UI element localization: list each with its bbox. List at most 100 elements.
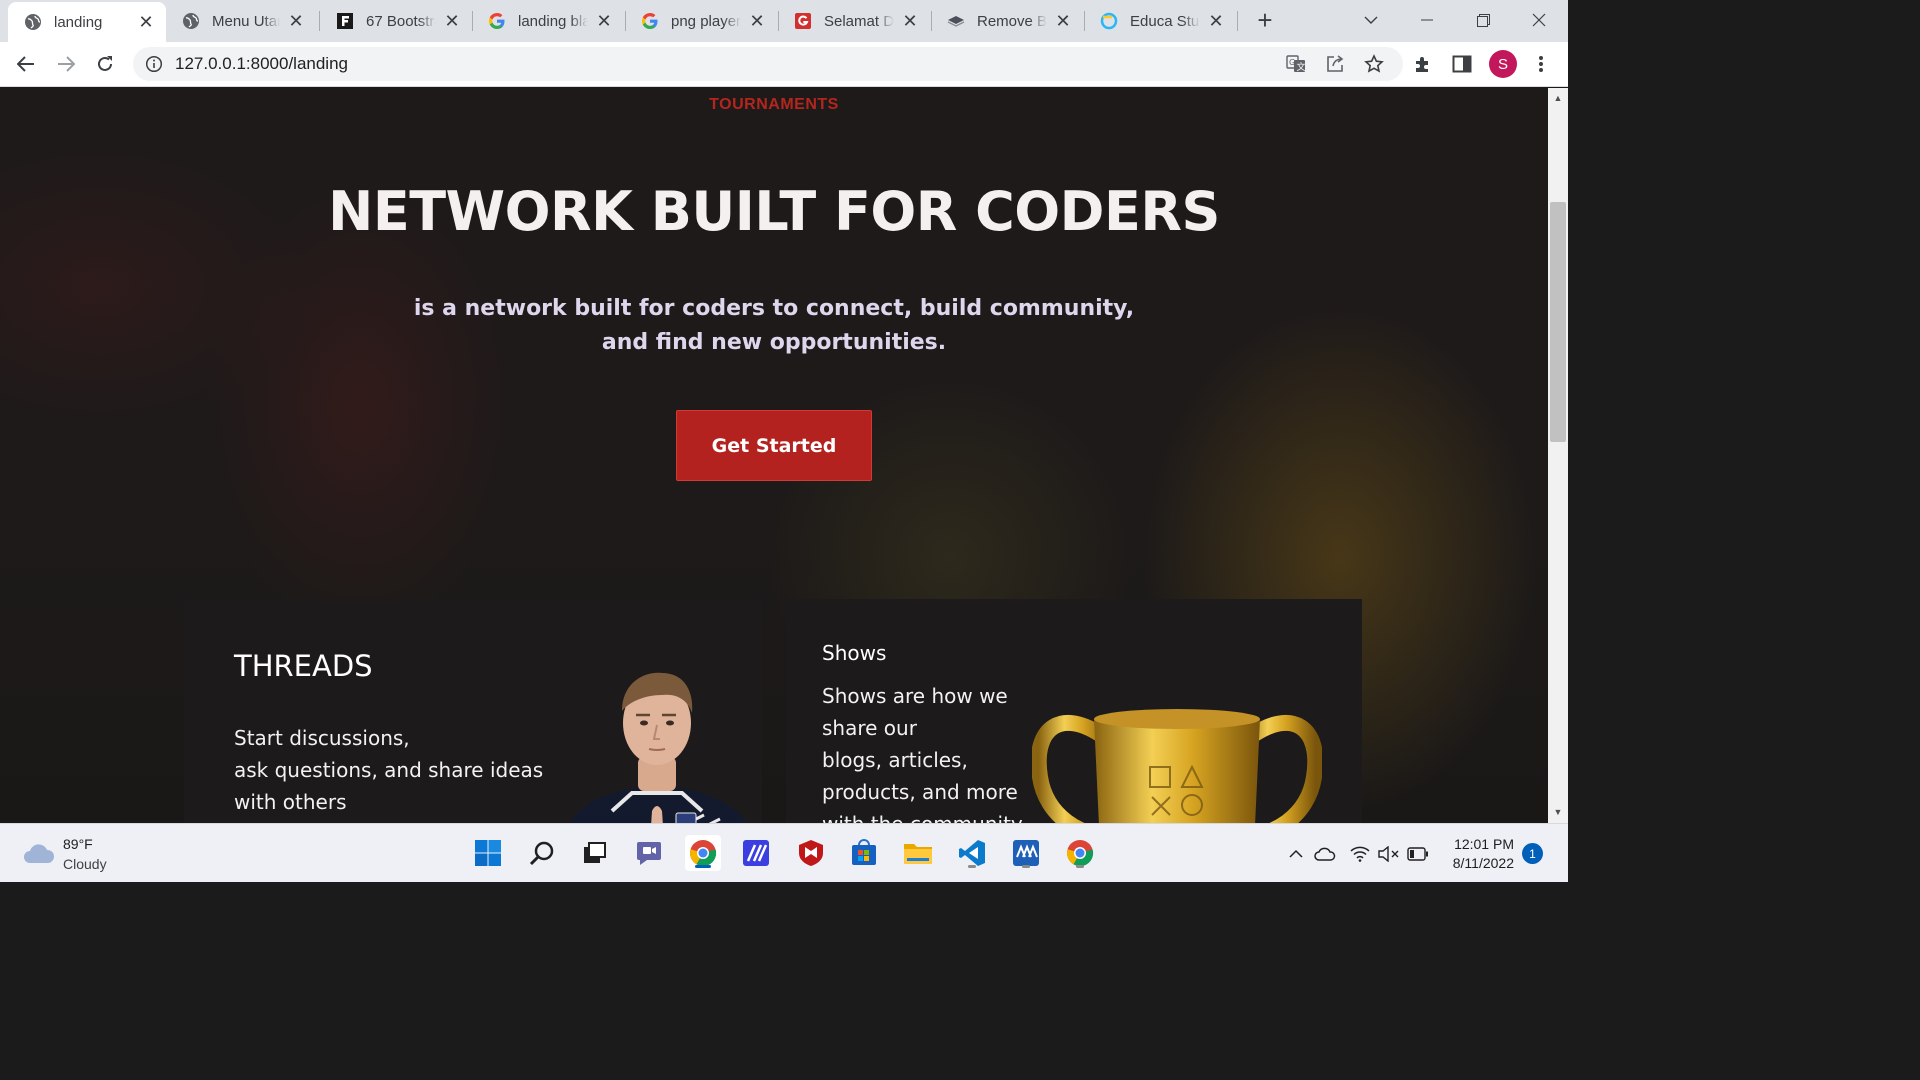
page-scrollbar[interactable]: ▲ ▼ (1548, 88, 1568, 823)
close-tab-icon[interactable]: ✕ (594, 11, 614, 31)
tab-bootstrap[interactable]: 67 Bootstra ✕ (320, 0, 472, 42)
show-hidden-icons-chevron-icon[interactable] (1285, 843, 1307, 865)
svg-text:G: G (1289, 58, 1295, 67)
tab-remove-bg[interactable]: Remove Ba ✕ (931, 0, 1083, 42)
trophy-image (1032, 709, 1322, 823)
google-icon (488, 12, 506, 30)
profile-avatar[interactable]: S (1489, 50, 1517, 78)
microsoft-store-icon[interactable] (846, 835, 882, 871)
site-info-icon[interactable] (145, 55, 163, 78)
card-description: Start discussions, ask questions, and sh… (234, 726, 544, 814)
tab-title: landing bla (518, 12, 588, 30)
share-icon[interactable] (1321, 50, 1349, 78)
address-bar[interactable]: 127.0.0.1:8000/landing (133, 47, 1403, 81)
file-explorer-icon[interactable] (900, 835, 936, 871)
browser-toolbar: 127.0.0.1:8000/landing 文G S (0, 42, 1568, 87)
svg-text:文: 文 (1297, 61, 1306, 73)
notepad-app-icon[interactable] (738, 835, 774, 871)
reload-icon[interactable] (91, 50, 119, 78)
close-tab-icon[interactable]: ✕ (442, 11, 462, 31)
tab-landing[interactable]: landing ✕ (8, 2, 166, 42)
threads-card: THREADS Start discussions, ask questions… (184, 599, 762, 823)
running-app-indicator (1076, 865, 1084, 868)
close-tab-icon[interactable]: ✕ (1053, 11, 1073, 31)
nav-link-tournaments[interactable]: TOURNAMENTS (0, 96, 1548, 114)
educa-icon (1100, 12, 1118, 30)
url-text: 127.0.0.1:8000/landing (175, 54, 348, 73)
mcafee-shield-icon[interactable] (793, 835, 829, 871)
scrollbar-thumb[interactable] (1550, 202, 1566, 442)
back-arrow-icon[interactable] (12, 50, 40, 78)
tab-title: Educa Stud (1130, 12, 1200, 30)
hero-title: NETWORK BUILT FOR CODERS (328, 180, 1220, 243)
close-tab-icon[interactable]: ✕ (136, 12, 156, 32)
start-windows-icon[interactable] (470, 835, 506, 871)
tab-title: 67 Bootstra (366, 12, 436, 30)
restore-icon[interactable] (1460, 0, 1506, 40)
get-started-button[interactable]: Get Started (676, 410, 872, 481)
tab-separator (1237, 11, 1238, 31)
close-window-icon[interactable] (1516, 0, 1562, 40)
translate-icon[interactable]: 文G (1282, 50, 1310, 78)
minimize-icon[interactable] (1404, 0, 1450, 40)
clock-date[interactable]: 8/11/2022 (1440, 855, 1514, 871)
close-tab-icon[interactable]: ✕ (1206, 11, 1226, 31)
close-tab-icon[interactable]: ✕ (286, 11, 306, 31)
active-app-indicator (695, 865, 711, 868)
new-tab-plus-icon[interactable]: + (1252, 7, 1278, 34)
card-title: Shows (822, 641, 887, 665)
side-panel-icon[interactable] (1448, 50, 1476, 78)
tab-title: Selamat Da (824, 12, 894, 30)
hero-subtitle: is a network built for coders to connect… (413, 296, 1135, 355)
google-icon (641, 12, 659, 30)
weather-description[interactable]: Cloudy (63, 856, 107, 872)
card-description: Shows are how we share our blogs, articl… (822, 684, 1023, 823)
close-tab-icon[interactable]: ✕ (747, 11, 767, 31)
onedrive-cloud-icon[interactable] (1314, 843, 1336, 865)
tab-educa[interactable]: Educa Stud ✕ (1084, 0, 1236, 42)
tab-title: Remove Ba (977, 12, 1047, 30)
tab-menu-utama[interactable]: Menu Utam ✕ (166, 0, 316, 42)
clock-time[interactable]: 12:01 PM (1448, 836, 1514, 852)
close-tab-icon[interactable]: ✕ (900, 11, 920, 31)
remove-bg-icon (947, 12, 965, 30)
tab-strip: landing ✕ Menu Utam ✕ 67 Bootstra ✕ land… (0, 0, 1568, 42)
tab-title: Menu Utam (212, 12, 280, 30)
forward-arrow-icon[interactable] (52, 50, 80, 78)
scroll-up-arrow-icon[interactable]: ▲ (1552, 92, 1564, 104)
f-logo-icon (336, 12, 354, 30)
extensions-puzzle-icon[interactable] (1409, 50, 1437, 78)
battery-icon[interactable] (1407, 843, 1429, 865)
app-blue-icon[interactable] (1008, 835, 1044, 871)
tab-landing-black[interactable]: landing bla ✕ (472, 0, 624, 42)
teams-chat-icon[interactable] (631, 835, 667, 871)
more-menu-icon[interactable] (1527, 50, 1555, 78)
running-app-indicator (1022, 865, 1030, 868)
page-viewport: TOURNAMENTS NETWORK BUILT FOR CODERS is … (0, 88, 1548, 823)
bookmark-star-icon[interactable] (1360, 50, 1388, 78)
player-portrait-image (569, 672, 748, 823)
search-icon[interactable] (524, 835, 560, 871)
windows-taskbar: 89°F Cloudy 12:01 PM 8/11/2022 1 (0, 823, 1568, 882)
volume-muted-icon[interactable] (1378, 843, 1400, 865)
card-title: THREADS (234, 649, 373, 683)
tab-search-chevron-icon[interactable] (1348, 0, 1394, 40)
wifi-icon[interactable] (1349, 843, 1371, 865)
task-view-icon[interactable] (577, 835, 613, 871)
globe-icon (24, 13, 42, 31)
running-app-indicator (968, 865, 976, 868)
g-red-icon (794, 12, 812, 30)
shows-card: Shows Shows are how we share our blogs, … (786, 599, 1362, 823)
chrome-taskbar-icon[interactable] (685, 835, 721, 871)
tab-selamat-datang[interactable]: Selamat Da ✕ (778, 0, 930, 42)
notification-badge[interactable]: 1 (1522, 843, 1543, 864)
globe-icon (182, 12, 200, 30)
chrome-secondary-icon[interactable] (1062, 835, 1098, 871)
vscode-icon[interactable] (954, 835, 990, 871)
tab-title: landing (54, 13, 103, 31)
tab-title: png player (671, 12, 741, 30)
cloudy-weather-icon[interactable] (22, 841, 56, 870)
scroll-down-arrow-icon[interactable]: ▼ (1552, 806, 1564, 818)
weather-temperature[interactable]: 89°F (63, 836, 93, 852)
tab-png-player[interactable]: png player ✕ (625, 0, 777, 42)
